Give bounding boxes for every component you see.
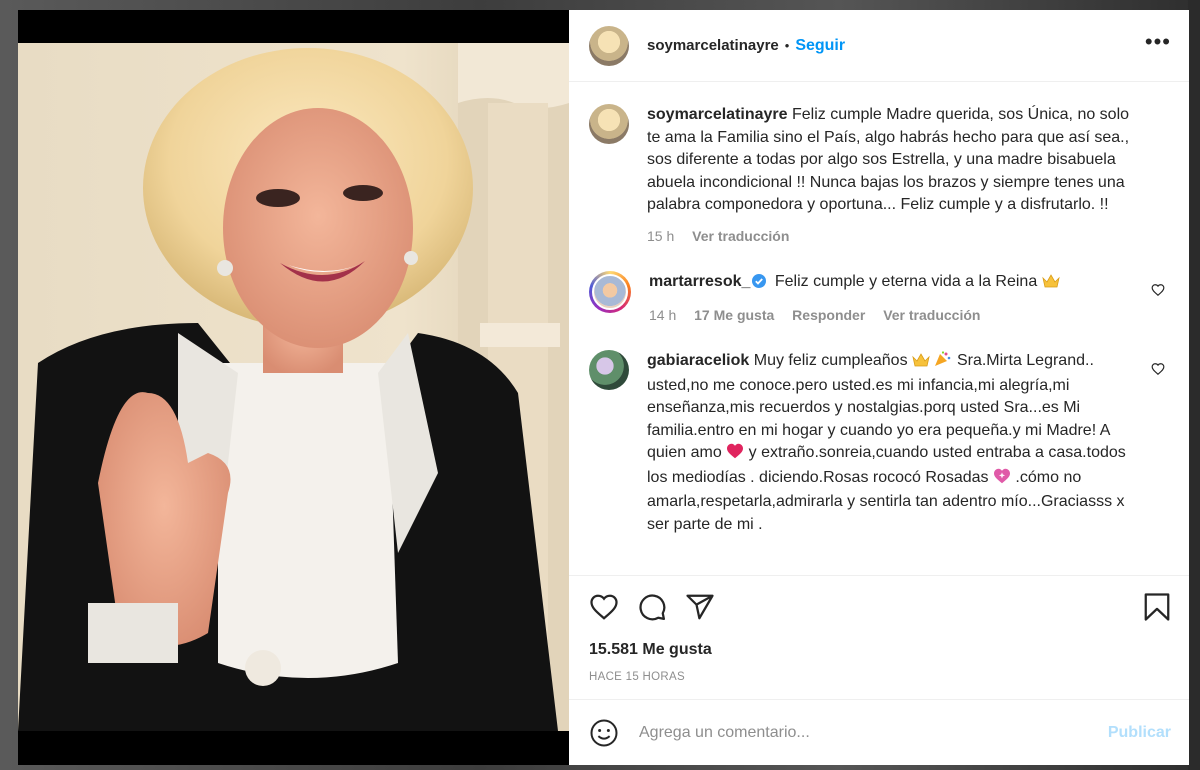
commenter-username[interactable]: martarresok_ (649, 273, 750, 290)
comment-like-icon[interactable] (1151, 362, 1165, 381)
post-header: soymarcelatinayre • Seguir ••• (569, 10, 1189, 82)
caption-translate-button[interactable]: Ver traducción (692, 228, 789, 244)
comment-item: gabiaraceliok Muy feliz cumpleaños Sra.M… (589, 350, 1169, 536)
follow-button[interactable]: Seguir (795, 37, 845, 55)
post-modal: soymarcelatinayre • Seguir ••• soymarcel… (18, 10, 1189, 765)
comment-time[interactable]: 14 h (649, 307, 676, 323)
comment-like-icon[interactable] (1151, 283, 1165, 302)
commenter-avatar[interactable] (589, 271, 631, 313)
portrait-illustration (18, 43, 569, 731)
comment-item: martarresok_ Feliz cumple y eterna vida … (589, 271, 1169, 326)
comment-text-part: Muy feliz cumpleaños (753, 352, 908, 369)
post-timestamp[interactable]: HACE 15 HORAS (569, 659, 1189, 699)
heart-icon[interactable] (589, 592, 619, 622)
bookmark-icon[interactable] (1143, 592, 1171, 622)
post-photo[interactable] (18, 10, 569, 765)
caption-avatar[interactable] (589, 104, 629, 144)
more-options-icon[interactable]: ••• (1145, 30, 1171, 55)
share-icon[interactable] (685, 592, 715, 622)
verified-icon (752, 273, 767, 296)
reply-button[interactable]: Responder (792, 307, 865, 323)
post-side-panel: soymarcelatinayre • Seguir ••• soymarcel… (569, 10, 1189, 765)
comment-text: Feliz cumple y eterna vida a la Reina (774, 273, 1038, 290)
comment-input[interactable] (637, 722, 1108, 743)
author-avatar[interactable] (589, 25, 629, 66)
commenter-username[interactable]: gabiaraceliok (647, 352, 749, 369)
comments-list[interactable]: soymarcelatinayre Feliz cumple Madre que… (569, 82, 1189, 575)
comment-icon[interactable] (637, 592, 667, 622)
backdrop-scrollbar (1188, 0, 1200, 770)
red-heart-emoji (726, 443, 744, 467)
caption-time[interactable]: 15 h (647, 228, 674, 244)
caption: soymarcelatinayre Feliz cumple Madre que… (589, 104, 1169, 247)
caption-meta: 15 h Ver traducción (647, 225, 1141, 248)
comment-meta: 14 h 17 Me gusta Responder Ver traducció… (649, 304, 1141, 327)
post-actions (569, 575, 1189, 637)
comment-composer: Publicar (569, 699, 1189, 765)
comment-likes[interactable]: 17 Me gusta (694, 307, 774, 323)
author-username[interactable]: soymarcelatinayre (647, 37, 779, 54)
publish-button[interactable]: Publicar (1108, 724, 1171, 742)
crown-emoji (912, 352, 930, 375)
crown-emoji (1041, 273, 1060, 296)
sparkling-heart-emoji (993, 468, 1011, 492)
caption-username[interactable]: soymarcelatinayre (647, 106, 788, 123)
separator-dot: • (784, 38, 790, 53)
party-emoji (934, 351, 952, 375)
comment-translate-button[interactable]: Ver traducción (883, 307, 980, 323)
emoji-icon[interactable] (589, 718, 619, 748)
commenter-avatar[interactable] (589, 350, 629, 390)
likes-count[interactable]: 15.581 Me gusta (569, 637, 1189, 659)
